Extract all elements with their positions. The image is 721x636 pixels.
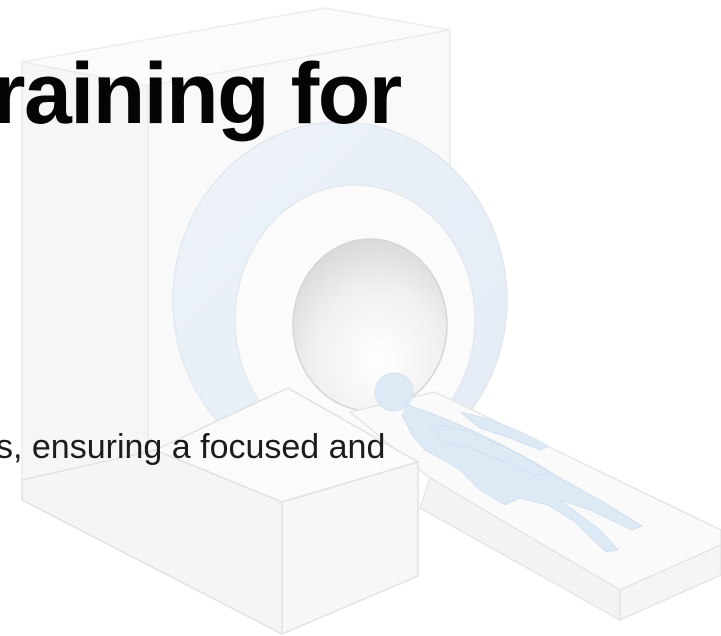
hero-section: raining for s, ensuring a focused and [0,0,721,636]
hero-description: s, ensuring a focused and [0,428,386,466]
page-title: raining for [0,46,402,142]
